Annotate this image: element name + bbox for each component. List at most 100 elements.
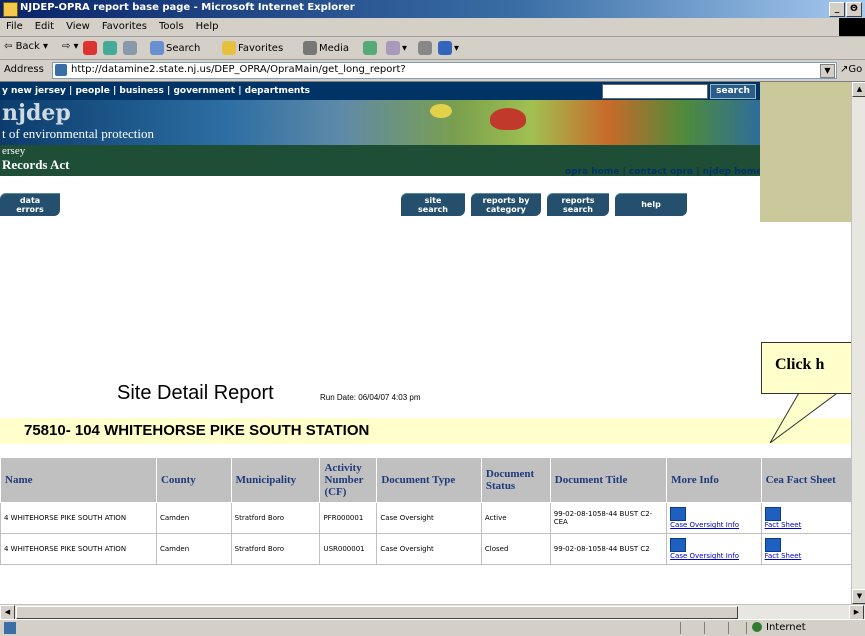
cell-name: 4 WHITEHORSE PIKE SOUTH ATION: [0, 533, 157, 565]
report-title: Site Detail Report: [117, 382, 274, 404]
case-oversight-info-link[interactable]: Case Oversight Info: [670, 507, 757, 529]
status-bar: Internet: [0, 619, 865, 636]
document-icon: [670, 538, 687, 552]
refresh-icon: [103, 41, 117, 55]
window-title-bar: NJDEP-OPRA report base page - Microsoft …: [0, 0, 865, 18]
cell-municipality: Stratford Boro: [230, 533, 321, 565]
go-button[interactable]: ↗Go: [840, 64, 862, 75]
status-divider: [680, 622, 681, 634]
edit-button[interactable]: ▾: [438, 41, 459, 55]
col-activity-number: Activity Number (CF): [319, 457, 378, 503]
print-button[interactable]: [418, 41, 434, 55]
fact-sheet-link[interactable]: Fact Sheet: [764, 507, 851, 529]
document-icon: [670, 507, 687, 521]
dept-name: t of environmental protection: [2, 126, 154, 141]
menu-file[interactable]: File: [6, 18, 23, 36]
favorites-label: Favorites: [238, 43, 284, 54]
menu-favorites[interactable]: Favorites: [102, 18, 147, 36]
col-cea-fact-sheet: Cea Fact Sheet: [760, 457, 851, 503]
page-viewport: y new jersey | people | business | gover…: [0, 82, 851, 604]
col-municipality: Municipality: [230, 457, 321, 503]
status-divider: [704, 622, 705, 634]
search-button[interactable]: Search: [150, 41, 200, 55]
mail-icon: [386, 41, 400, 55]
side-panel: [760, 82, 851, 222]
site-search-nav-button[interactable]: site search: [401, 193, 465, 216]
address-bar: Address http://datamine2.state.nj.us/DEP…: [0, 60, 865, 82]
nav-label: reports: [561, 196, 595, 205]
callout-text: Click h: [775, 356, 825, 373]
cell-more-info: Case Oversight Info: [666, 502, 762, 534]
cell-fact-sheet: Fact Sheet: [760, 502, 851, 534]
cell-municipality: Stratford Boro: [230, 502, 321, 534]
fact-sheet-link[interactable]: Fact Sheet: [764, 538, 851, 560]
site-heading-bar: 75810- 104 WHITEHORSE PIKE SOUTH STATION: [0, 418, 851, 444]
search-label: Search: [166, 43, 201, 54]
reports-by-category-button[interactable]: reports by category: [471, 193, 541, 216]
cell-status: Closed: [480, 533, 551, 565]
home-icon: [123, 41, 137, 55]
address-input[interactable]: http://datamine2.state.nj.us/DEP_OPRA/Op…: [52, 62, 837, 79]
page-done-icon: [4, 622, 16, 634]
cell-document-type: Case Oversight: [376, 533, 482, 565]
help-button[interactable]: help: [615, 193, 687, 216]
home-button[interactable]: [123, 41, 139, 55]
internet-globe-icon: [752, 622, 762, 632]
nav-label: category: [486, 205, 526, 214]
horizontal-scrollbar[interactable]: ◀ ▶: [0, 604, 865, 620]
cell-name: 4 WHITEHORSE PIKE SOUTH ATION: [0, 502, 157, 534]
nav-label: reports by: [482, 196, 530, 205]
minimize-button[interactable]: _: [829, 2, 845, 17]
nav-label: search: [563, 205, 593, 214]
back-button[interactable]: ⇦ Back ▾: [4, 41, 48, 52]
scroll-left-arrow[interactable]: ◀: [0, 605, 15, 620]
reports-search-button[interactable]: reports search: [547, 193, 609, 216]
nav-label: site: [424, 196, 442, 205]
state-nav-links[interactable]: y new jersey | people | business | gover…: [2, 86, 310, 96]
menu-tools[interactable]: Tools: [159, 18, 184, 36]
col-county: County: [155, 457, 232, 503]
site-search-input[interactable]: [602, 84, 708, 99]
col-name: Name: [0, 457, 157, 503]
menu-bar: File Edit View Favorites Tools Help: [0, 18, 865, 37]
report-table: Name County Municipality Activity Number…: [0, 457, 851, 565]
callout-box: Click h: [761, 342, 851, 394]
horizontal-scroll-thumb[interactable]: [16, 606, 738, 619]
menu-edit[interactable]: Edit: [35, 18, 54, 36]
favorites-button[interactable]: Favorites: [222, 41, 283, 55]
subheader-line1: ersey: [2, 145, 26, 157]
address-dropdown[interactable]: ▼: [820, 64, 835, 78]
vertical-scrollbar[interactable]: ▲ ▼: [851, 82, 865, 604]
case-oversight-info-link[interactable]: Case Oversight Info: [670, 538, 757, 560]
zone-label: Internet: [766, 622, 806, 633]
media-button[interactable]: Media: [303, 41, 349, 55]
cell-activity: USR000001: [319, 533, 378, 565]
stop-button[interactable]: [83, 41, 99, 55]
back-label: Back: [15, 41, 40, 52]
cell-fact-sheet: Fact Sheet: [760, 533, 851, 565]
state-nav-bar: y new jersey | people | business | gover…: [0, 82, 760, 100]
link-label: Case Oversight Info: [670, 521, 740, 529]
cell-county: Camden: [155, 533, 232, 565]
njdep-logo: njdep: [2, 100, 71, 126]
forward-button[interactable]: ⇨ ▾: [62, 41, 79, 52]
scroll-up-arrow[interactable]: ▲: [852, 82, 865, 97]
refresh-button[interactable]: [103, 41, 119, 55]
window-title: NJDEP-OPRA report base page - Microsoft …: [20, 2, 355, 13]
callout-tail: [770, 391, 840, 443]
opra-links[interactable]: opra home | contact opra | njdep home: [565, 167, 762, 177]
cell-document-title: 99-02-08-1058-44 BUST C2: [549, 533, 668, 565]
maximize-button[interactable]: Θ: [846, 2, 862, 17]
col-document-status: Document Status: [480, 457, 551, 503]
edit-icon: [438, 41, 452, 55]
mail-button[interactable]: ▾: [386, 41, 407, 55]
data-errors-button[interactable]: data errors: [0, 193, 60, 216]
menu-view[interactable]: View: [66, 18, 90, 36]
history-button[interactable]: [363, 41, 379, 55]
scroll-right-arrow[interactable]: ▶: [849, 605, 864, 620]
status-divider: [746, 622, 747, 634]
media-icon: [303, 41, 317, 55]
menu-help[interactable]: Help: [196, 18, 219, 36]
scroll-down-arrow[interactable]: ▼: [852, 589, 865, 604]
site-search-button[interactable]: search: [710, 84, 756, 99]
